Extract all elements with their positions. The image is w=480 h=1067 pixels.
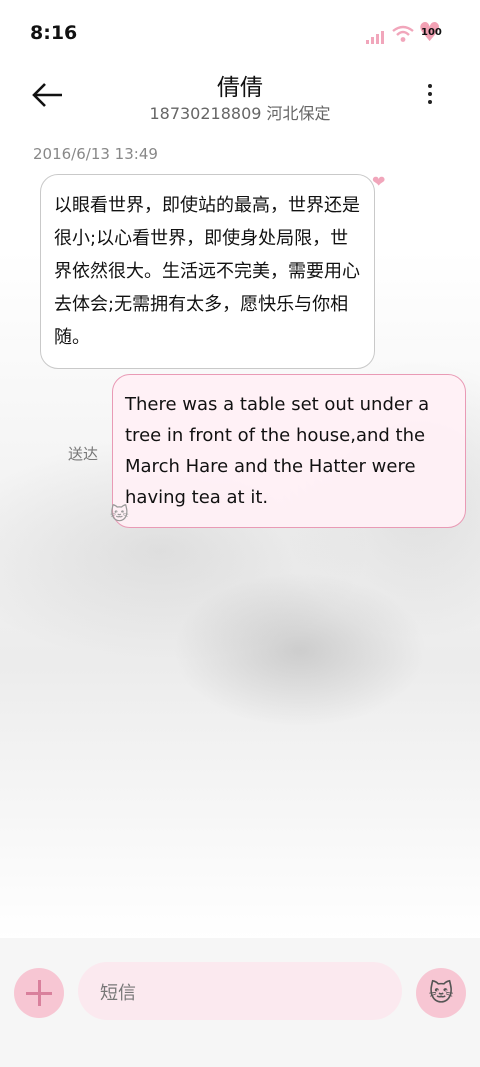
heart-sticker-icon: ❤ xyxy=(372,172,386,191)
message-input[interactable]: 短信 xyxy=(78,962,402,1020)
incoming-message-text: 以眼看世界，即使站的最高，世界还是很小;以心看世界，即使身处局限，世界依然很大。… xyxy=(54,195,360,348)
cat-sticker-icon: 🐱 xyxy=(110,504,129,525)
cat-send-icon[interactable]: 🐱 xyxy=(416,968,466,1018)
contact-info: 18730218809 河北保定 xyxy=(149,104,331,123)
message-input-placeholder: 短信 xyxy=(100,983,136,1004)
composer-bar: 短信 🐱 xyxy=(0,938,480,1067)
outgoing-message-text: There was a table set out under a tree i… xyxy=(125,394,430,508)
battery-level: 100 xyxy=(421,27,442,38)
more-options-icon[interactable] xyxy=(418,80,442,110)
outgoing-message-bubble[interactable]: There was a table set out under a tree i… xyxy=(112,374,466,528)
status-time: 8:16 xyxy=(30,22,78,44)
conversation-header: 倩倩 18730218809 河北保定 xyxy=(0,66,480,136)
add-attachment-button[interactable] xyxy=(14,968,64,1018)
contact-name: 倩倩 xyxy=(217,75,263,101)
status-bar: 8:16 ♥ 100 xyxy=(0,0,480,66)
delivery-status: 送达 xyxy=(68,445,99,463)
signal-icon xyxy=(366,31,384,44)
message-timestamp: 2016/6/13 13:49 xyxy=(33,145,158,163)
battery-icon: ♥ 100 xyxy=(418,18,442,48)
wifi-icon xyxy=(392,25,414,42)
incoming-message-bubble[interactable]: 以眼看世界，即使站的最高，世界还是很小;以心看世界，即使身处局限，世界依然很大。… xyxy=(40,174,375,369)
